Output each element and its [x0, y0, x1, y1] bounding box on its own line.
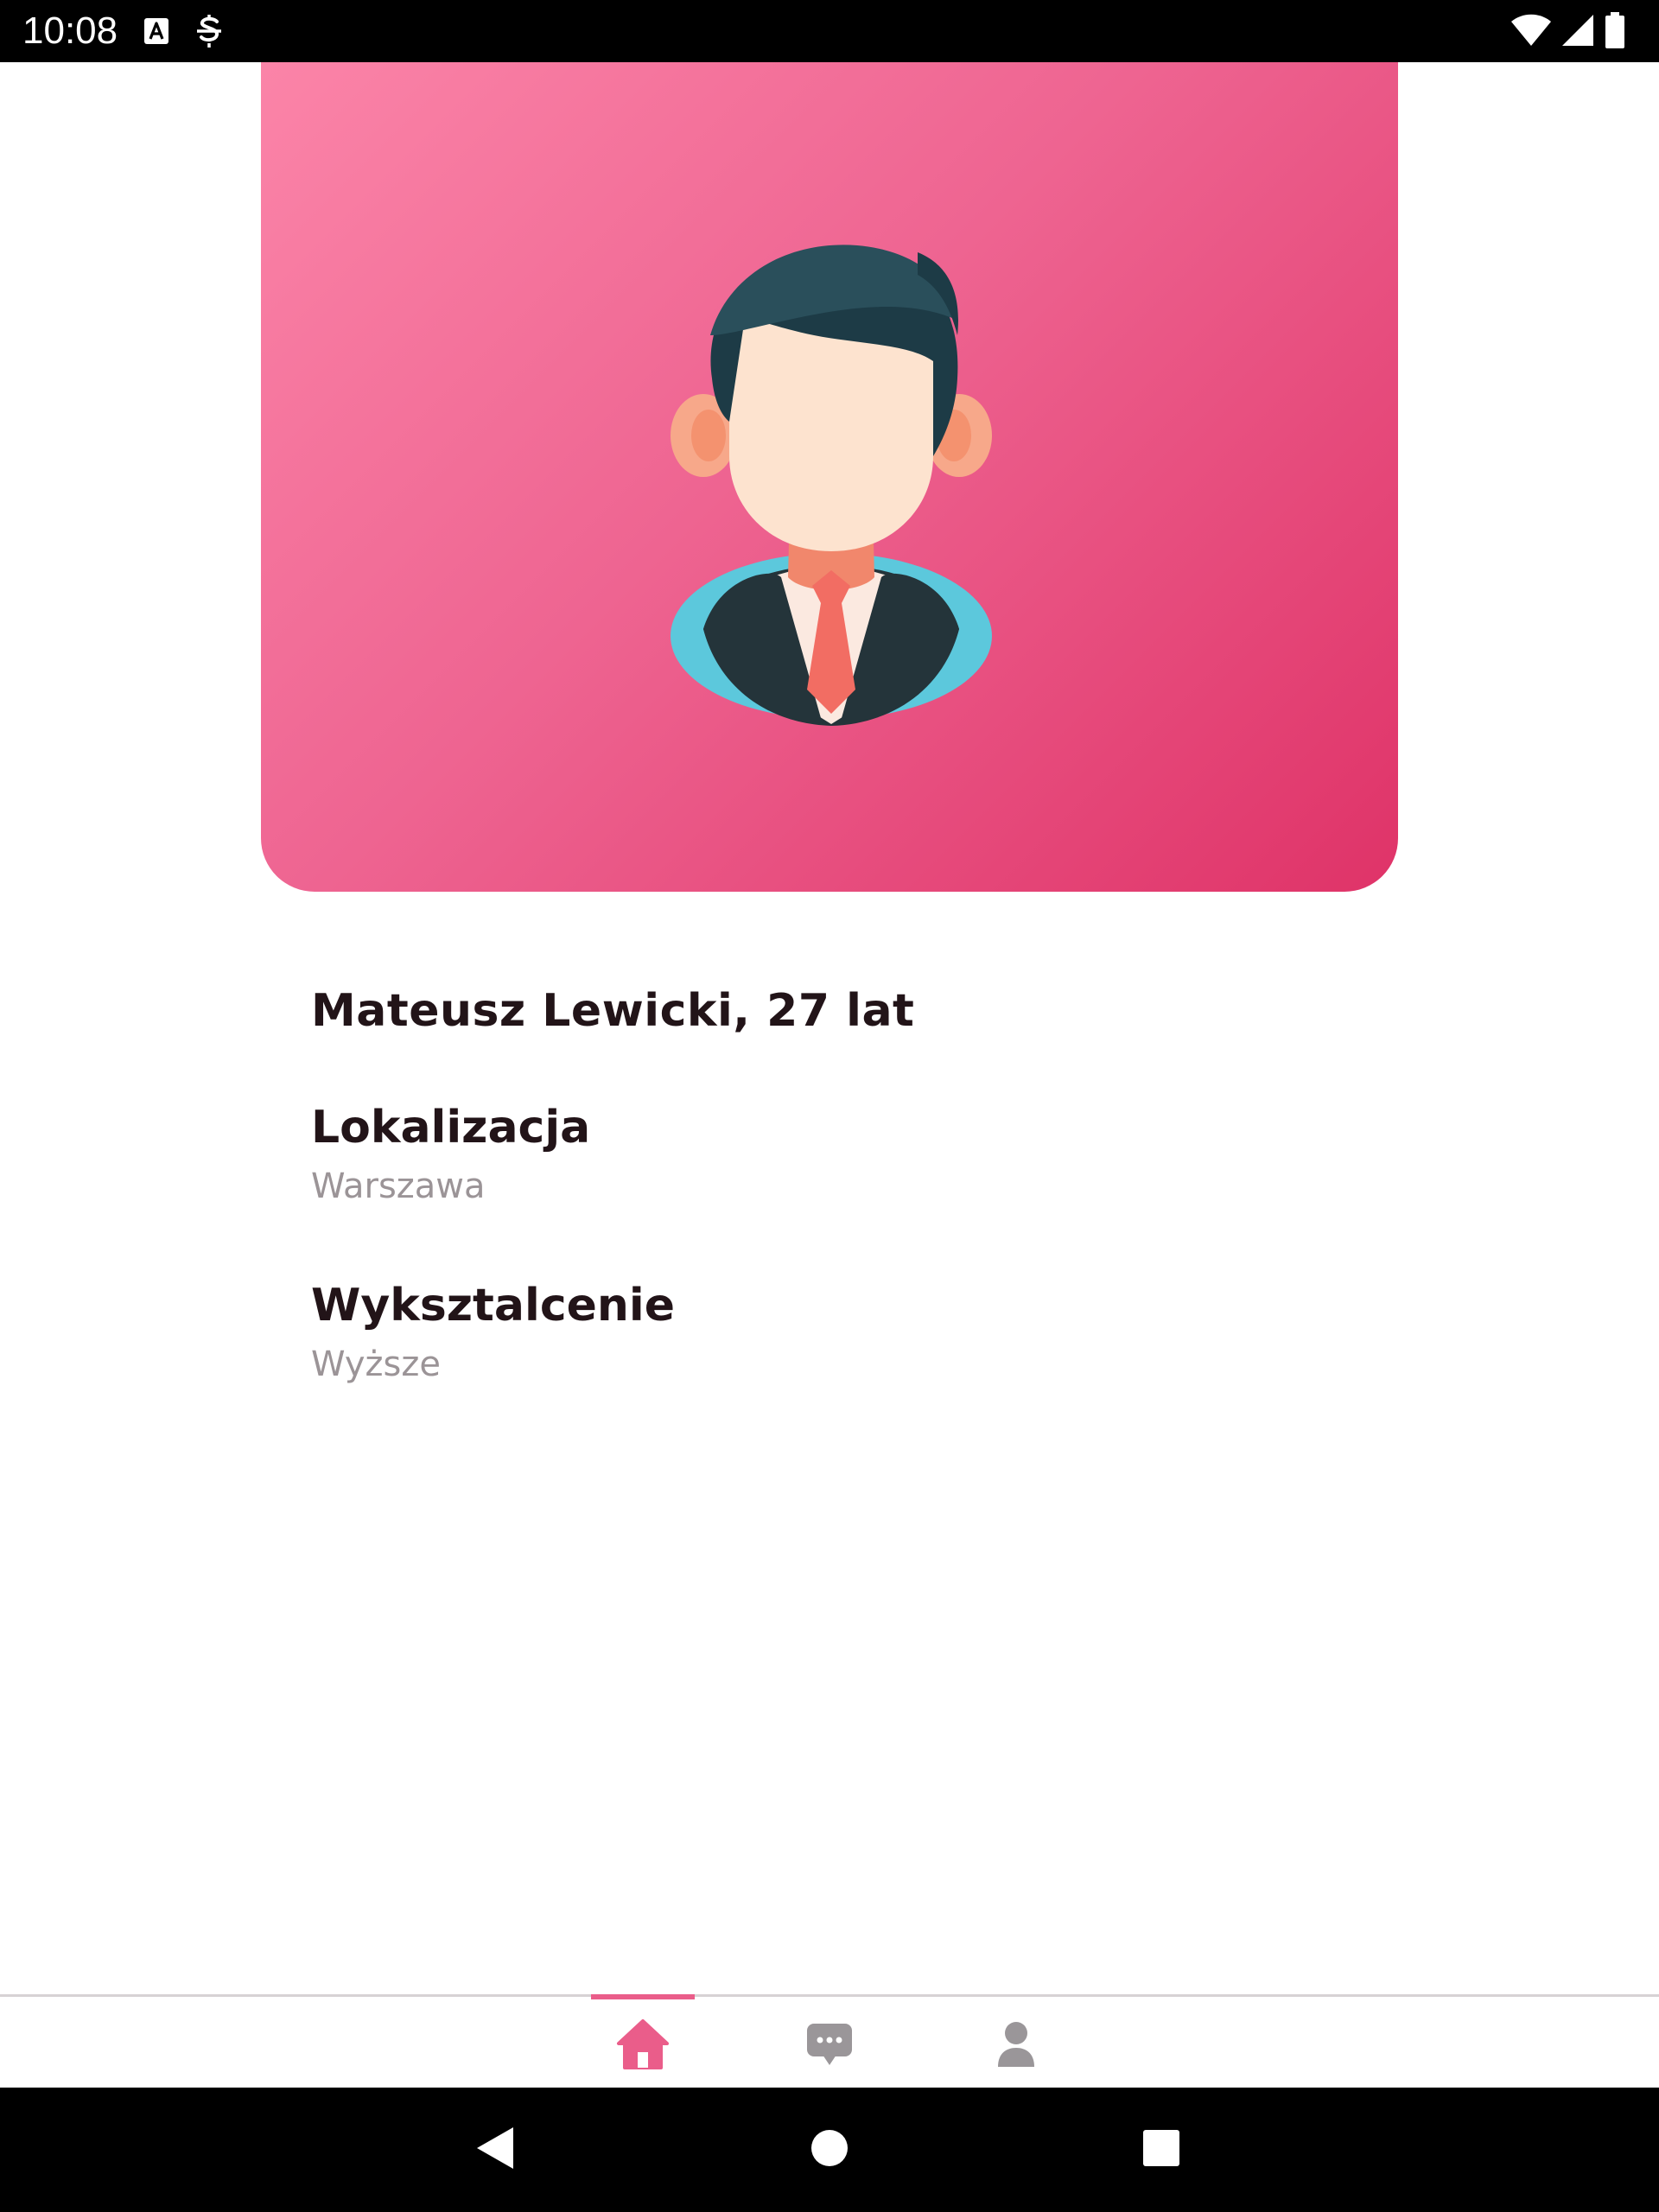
- status-bar: 10:08: [0, 0, 1659, 62]
- home-circle-icon: [810, 2128, 849, 2171]
- education-value: Wyższe: [311, 1344, 441, 1384]
- cell-signal-icon: [1560, 13, 1595, 51]
- profile-name-age: Mateusz Lewicki, 27 lat: [311, 985, 915, 1037]
- system-home-button[interactable]: [804, 2124, 855, 2176]
- text-a-icon: [143, 17, 169, 48]
- status-system-icons: [1510, 12, 1626, 52]
- nav-home-tab[interactable]: [591, 2016, 695, 2076]
- system-navigation-bar: [0, 2088, 1659, 2212]
- active-tab-indicator: [591, 1994, 695, 1999]
- man-avatar-icon: [658, 223, 1004, 759]
- battery-icon: [1604, 12, 1626, 52]
- sync-s-icon: [195, 14, 223, 52]
- system-back-button[interactable]: [468, 2124, 520, 2176]
- app-screen: 10:08 Mateusz Lewicki, 27 lat Lokalizacj…: [0, 0, 1659, 2212]
- status-time: 10:08: [22, 10, 118, 52]
- education-title: Wyksztalcenie: [311, 1280, 676, 1332]
- chat-icon: [805, 2020, 854, 2072]
- profile-info: Mateusz Lewicki, 27 lat Lokalizacja Wars…: [311, 976, 1348, 1391]
- wifi-icon: [1510, 13, 1552, 51]
- location-title: Lokalizacja: [311, 1102, 591, 1154]
- system-recents-button[interactable]: [1135, 2124, 1187, 2176]
- recents-icon: [1141, 2128, 1181, 2171]
- bottom-navigation: [0, 1994, 1659, 2090]
- nav-chat-tab[interactable]: [778, 2016, 881, 2076]
- back-icon: [474, 2126, 515, 2174]
- home-icon: [616, 2018, 670, 2075]
- nav-profile-tab[interactable]: [964, 2016, 1068, 2076]
- profile-hero-card: [261, 62, 1398, 892]
- person-icon: [996, 2020, 1036, 2072]
- location-value: Warszawa: [311, 1166, 486, 1206]
- status-notification-icons: [143, 14, 223, 52]
